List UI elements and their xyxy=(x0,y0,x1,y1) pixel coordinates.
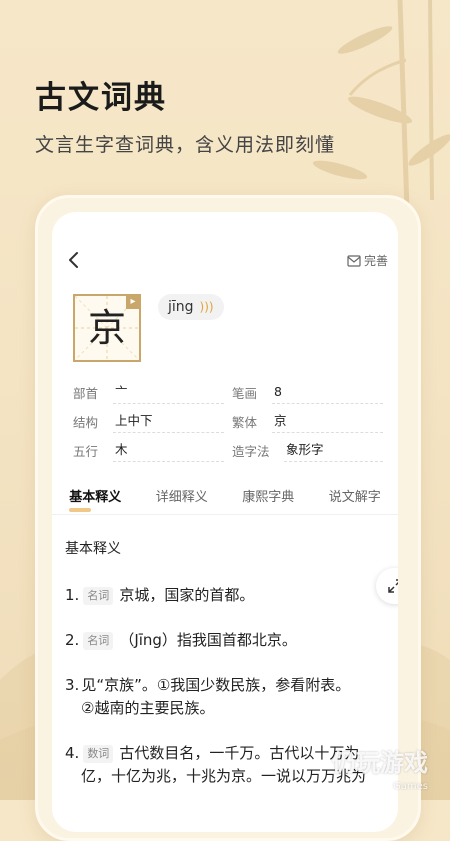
info-row: 部首 亠 笔画 8 xyxy=(73,378,383,407)
stroke-order-icon[interactable]: ▸ xyxy=(126,295,140,309)
definition-number: 2. xyxy=(65,631,80,649)
info-row: 结构 上中下 繁体 京 xyxy=(73,407,383,436)
info-label: 五行 xyxy=(73,444,99,459)
info-label: 笔画 xyxy=(232,386,258,401)
info-value: 木 xyxy=(113,439,224,462)
perfect-label: 完善 xyxy=(363,254,388,268)
info-value: 象形字 xyxy=(284,439,383,462)
dictionary-screen: 完善 京 ▸ jīng ))) 部首 亠 笔画 8 结构 上中下 繁体 京 五行… xyxy=(52,212,398,832)
tab-detailed[interactable]: 详细释义 xyxy=(156,484,208,514)
info-formation: 造字法 象形字 xyxy=(232,439,383,462)
info-structure: 结构 上中下 xyxy=(73,410,224,433)
definition-item: 3. 见“京族”。①我国少数民族，参看附表。 ②越南的主要民族。 xyxy=(65,674,385,720)
info-strokes: 笔画 8 xyxy=(232,381,383,404)
pos-tag: 名词 xyxy=(83,632,114,650)
info-five-elements: 五行 木 xyxy=(73,439,224,462)
watermark: 仍玩游戏 Games xyxy=(332,743,428,792)
character-info-grid: 部首 亠 笔画 8 结构 上中下 繁体 京 五行 木 造字法 象形字 xyxy=(73,378,383,465)
mail-edit-icon xyxy=(347,254,361,267)
watermark-text: 仍玩游戏 xyxy=(332,749,428,777)
definition-item: 1. 名词 京城，国家的首都。 xyxy=(65,584,385,607)
definition-text-cont: ②越南的主要民族。 xyxy=(81,699,215,717)
info-row: 五行 木 造字法 象形字 xyxy=(73,436,383,465)
info-traditional: 繁体 京 xyxy=(232,410,383,433)
definition-item: 2. 名词 （Jīng）指我国首都北京。 xyxy=(65,629,385,652)
tab-shuowen[interactable]: 说文解字 xyxy=(329,484,381,514)
definition-number: 1. xyxy=(65,586,80,604)
speaker-icon[interactable]: ))) xyxy=(200,300,214,314)
tab-kangxi[interactable]: 康熙字典 xyxy=(242,484,294,514)
watermark-sub: Games xyxy=(393,781,428,792)
back-chevron-icon[interactable] xyxy=(64,250,84,270)
perfect-button[interactable]: 完善 xyxy=(347,252,388,269)
info-value: 京 xyxy=(272,410,383,433)
info-radical: 部首 亠 xyxy=(73,381,224,404)
tab-basic[interactable]: 基本释义 xyxy=(69,484,121,514)
info-value: 亠 xyxy=(113,381,224,404)
pinyin-pill[interactable]: jīng ))) xyxy=(158,294,224,320)
definition-text: 古代数目名，一千万。古代以十万为 xyxy=(119,744,360,762)
info-label: 结构 xyxy=(73,415,99,430)
info-value: 8 xyxy=(272,381,383,404)
definition-number: 3. xyxy=(65,676,80,694)
pos-tag: 名词 xyxy=(83,587,114,605)
info-label: 繁体 xyxy=(232,415,258,430)
definition-text: 京城，国家的首都。 xyxy=(119,586,255,604)
info-label: 部首 xyxy=(73,386,99,401)
definition-text: 见“京族”。①我国少数民族，参看附表。 xyxy=(81,676,351,694)
hero-title: 古文词典 xyxy=(35,80,167,116)
pinyin-text: jīng xyxy=(168,299,194,315)
character-box: 京 ▸ xyxy=(73,294,141,362)
definition-tabs: 基本释义 详细释义 康熙字典 说文解字 xyxy=(52,484,398,515)
definition-number: 4. xyxy=(65,744,80,762)
section-title: 基本释义 xyxy=(65,541,121,557)
expand-icon xyxy=(388,579,398,593)
definition-text: （Jīng）指我国首都北京。 xyxy=(119,631,297,649)
info-label: 造字法 xyxy=(232,444,270,459)
info-value: 上中下 xyxy=(113,410,224,433)
hero-subtitle: 文言生字查词典，含义用法即刻懂 xyxy=(35,134,336,156)
pos-tag: 数词 xyxy=(83,745,114,763)
